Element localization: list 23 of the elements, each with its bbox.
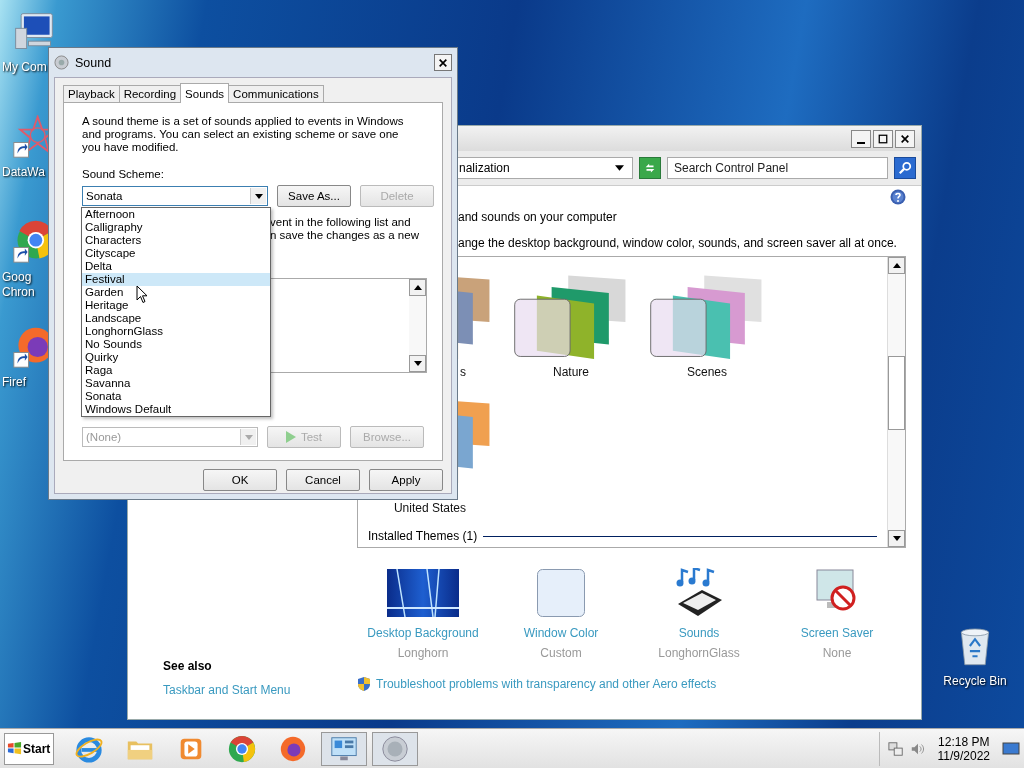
theme-name: Scenes [687,365,727,379]
setting-value: Custom [540,646,582,660]
page-heading: and sounds on your computer [458,210,617,224]
clock-date: 11/9/2022 [937,748,990,763]
group-heading: Installed Themes (1) [368,529,478,543]
setting-value: LonghornGlass [658,646,740,660]
see-also-heading: See also [163,659,213,673]
field-label: Sound Scheme: [82,168,165,180]
icon-label: DataWa [1,165,45,180]
clock-time: 12:18 PM [938,734,990,749]
window-title: Sound [75,55,112,70]
theme-name: United States [393,501,467,515]
icon-label: Recycle Bin [943,674,1007,689]
icon-label: My Com [1,60,47,75]
theme-name: s [460,365,467,379]
intro-text: A sound theme is a set of sounds applied to events in Windows and programs. You can select an existing scheme or save one you have modified. [82,115,405,154]
icon-label: Goog Chron [1,270,35,300]
instruction-text: vent in the following list and n save the changes as a new [270,216,420,242]
setting-value: Longhorn [397,646,449,660]
theme-name: Nature [553,365,589,379]
page-description: ange the desktop background, window color, sounds, and screen saver all at once. [458,236,897,250]
setting-value: None [822,646,852,660]
icon-label: Firef [1,375,26,390]
